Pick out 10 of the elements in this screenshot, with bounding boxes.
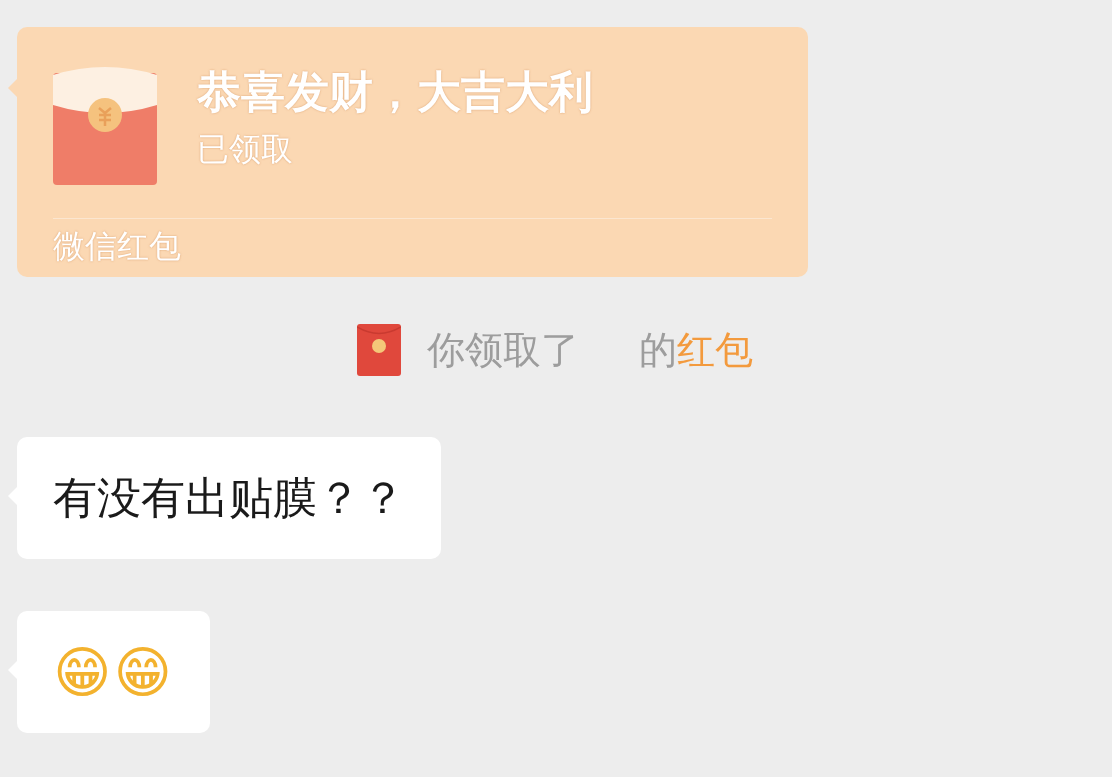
gift-packet-card[interactable]: 恭喜发财，大吉大利 已领取 微信红包 — [17, 27, 808, 277]
packet-link[interactable]: 红包 — [676, 324, 753, 376]
packet-status: 已领取 — [197, 129, 294, 169]
message-text: 有没有出贴膜？？ — [53, 470, 405, 525]
packet-footer: 微信红包 — [53, 219, 772, 273]
notice-text: 你领取了 — [426, 326, 579, 374]
notice-text: 的 — [638, 326, 677, 374]
emoji-message: 😁😁 — [53, 639, 174, 705]
envelope-icon — [356, 324, 401, 376]
packet-title: 恭喜发财，大吉大利 — [197, 65, 593, 119]
